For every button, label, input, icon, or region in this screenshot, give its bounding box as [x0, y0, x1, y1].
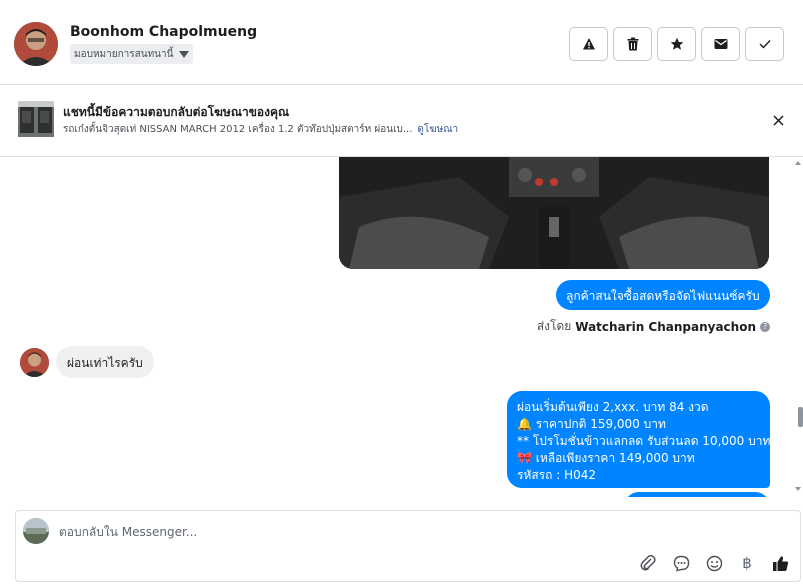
- contact-avatar[interactable]: [14, 22, 58, 66]
- info-icon[interactable]: ?: [760, 321, 770, 332]
- message-line: รหัสรถ : H042: [517, 468, 596, 482]
- car-interior-photo[interactable]: [339, 157, 769, 269]
- composer-tools: ฿: [638, 553, 790, 573]
- view-ad-link[interactable]: ดูโฆษณา: [417, 122, 458, 137]
- star-button[interactable]: [657, 27, 696, 61]
- like-button[interactable]: [770, 553, 790, 573]
- report-button[interactable]: [569, 27, 608, 61]
- message-line: 🎀 เหลือเพียงราคา 149,000 บาท: [517, 451, 695, 465]
- check-icon: [759, 40, 771, 49]
- ad-banner-subtitle: รถเก๋งตั้นจิวสุดเท่ NISSAN MARCH 2012 เค…: [63, 122, 458, 137]
- outgoing-message-partial[interactable]: [624, 492, 770, 497]
- ad-banner-title: แชทนี้มีข้อความตอบกลับต่อโฆษณาของคุณ: [63, 105, 290, 119]
- message-composer: ฿: [15, 510, 801, 582]
- message-thread[interactable]: ลูกค้าสนใจซื้อสดหรือจัดไฟแนนซ์ครับ ส่งโด…: [0, 157, 803, 497]
- assign-conversation-dropdown[interactable]: มอบหมายการสนทนานี้: [70, 44, 194, 64]
- trash-icon: [627, 37, 638, 51]
- paperclip-icon: [640, 554, 656, 571]
- chevron-down-icon: [179, 50, 190, 58]
- message-line: ผ่อนเริ่มต้นเพียง 2,xxx. บาท 84 งวด: [517, 400, 709, 414]
- done-button[interactable]: [745, 27, 784, 61]
- thread-scrollbar[interactable]: [793, 157, 803, 497]
- message-line: ** โปรโมชั่นข้าวแลกลด รับส่วนลด 10,000 บ…: [517, 434, 771, 448]
- sent-by-name[interactable]: Watcharin Chanpanyachon: [575, 320, 756, 334]
- ad-description: รถเก๋งตั้นจิวสุดเท่ NISSAN MARCH 2012 เค…: [63, 124, 413, 135]
- page-avatar: [23, 518, 49, 544]
- chat-bubble-icon: [673, 555, 689, 571]
- saved-replies-button[interactable]: [671, 553, 691, 573]
- emoji-button[interactable]: [704, 553, 724, 573]
- warning-icon: [582, 38, 595, 50]
- payment-button[interactable]: ฿: [737, 553, 757, 573]
- scrollbar-thumb[interactable]: [798, 407, 803, 427]
- outgoing-message[interactable]: ลูกค้าสนใจซื้อสดหรือจัดไฟแนนซ์ครับ: [556, 280, 770, 310]
- outgoing-message-promo[interactable]: ผ่อนเริ่มต้นเพียง 2,xxx. บาท 84 งวด 🔔 รา…: [507, 391, 770, 488]
- close-icon: [772, 114, 784, 126]
- star-icon: [670, 37, 683, 50]
- ad-reply-banner: แชทนี้มีข้อความตอบกลับต่อโฆษณาของคุณ รถเ…: [0, 85, 803, 157]
- scroll-up-arrow[interactable]: [795, 161, 801, 165]
- sent-by-prefix: ส่งโดย: [536, 319, 572, 333]
- envelope-icon: [714, 39, 727, 49]
- message-line: 🔔 ราคาปกติ 159,000 บาท: [517, 417, 666, 431]
- message-input[interactable]: [59, 521, 659, 543]
- sent-by-label: ส่งโดย Watcharin Chanpanyachon ?: [537, 317, 770, 336]
- incoming-message[interactable]: ผ่อนเท่าไรครับ: [56, 346, 154, 378]
- ad-thumbnail[interactable]: [18, 101, 54, 137]
- delete-button[interactable]: [613, 27, 652, 61]
- baht-icon: ฿: [742, 554, 752, 572]
- close-banner-button[interactable]: [769, 111, 787, 129]
- header-actions: [569, 27, 784, 61]
- conversation-header: Boonhom Chapolmueng มอบหมายการสนทนานี้: [0, 0, 803, 85]
- scroll-down-arrow[interactable]: [795, 487, 801, 491]
- thumbs-up-icon: [772, 555, 788, 571]
- contact-name[interactable]: Boonhom Chapolmueng: [70, 24, 257, 40]
- mark-unread-button[interactable]: [701, 27, 740, 61]
- attach-button[interactable]: [638, 553, 658, 573]
- smiley-icon: [706, 555, 722, 571]
- contact-avatar-small[interactable]: [20, 348, 49, 377]
- assign-label: มอบหมายการสนทนานี้: [74, 48, 174, 60]
